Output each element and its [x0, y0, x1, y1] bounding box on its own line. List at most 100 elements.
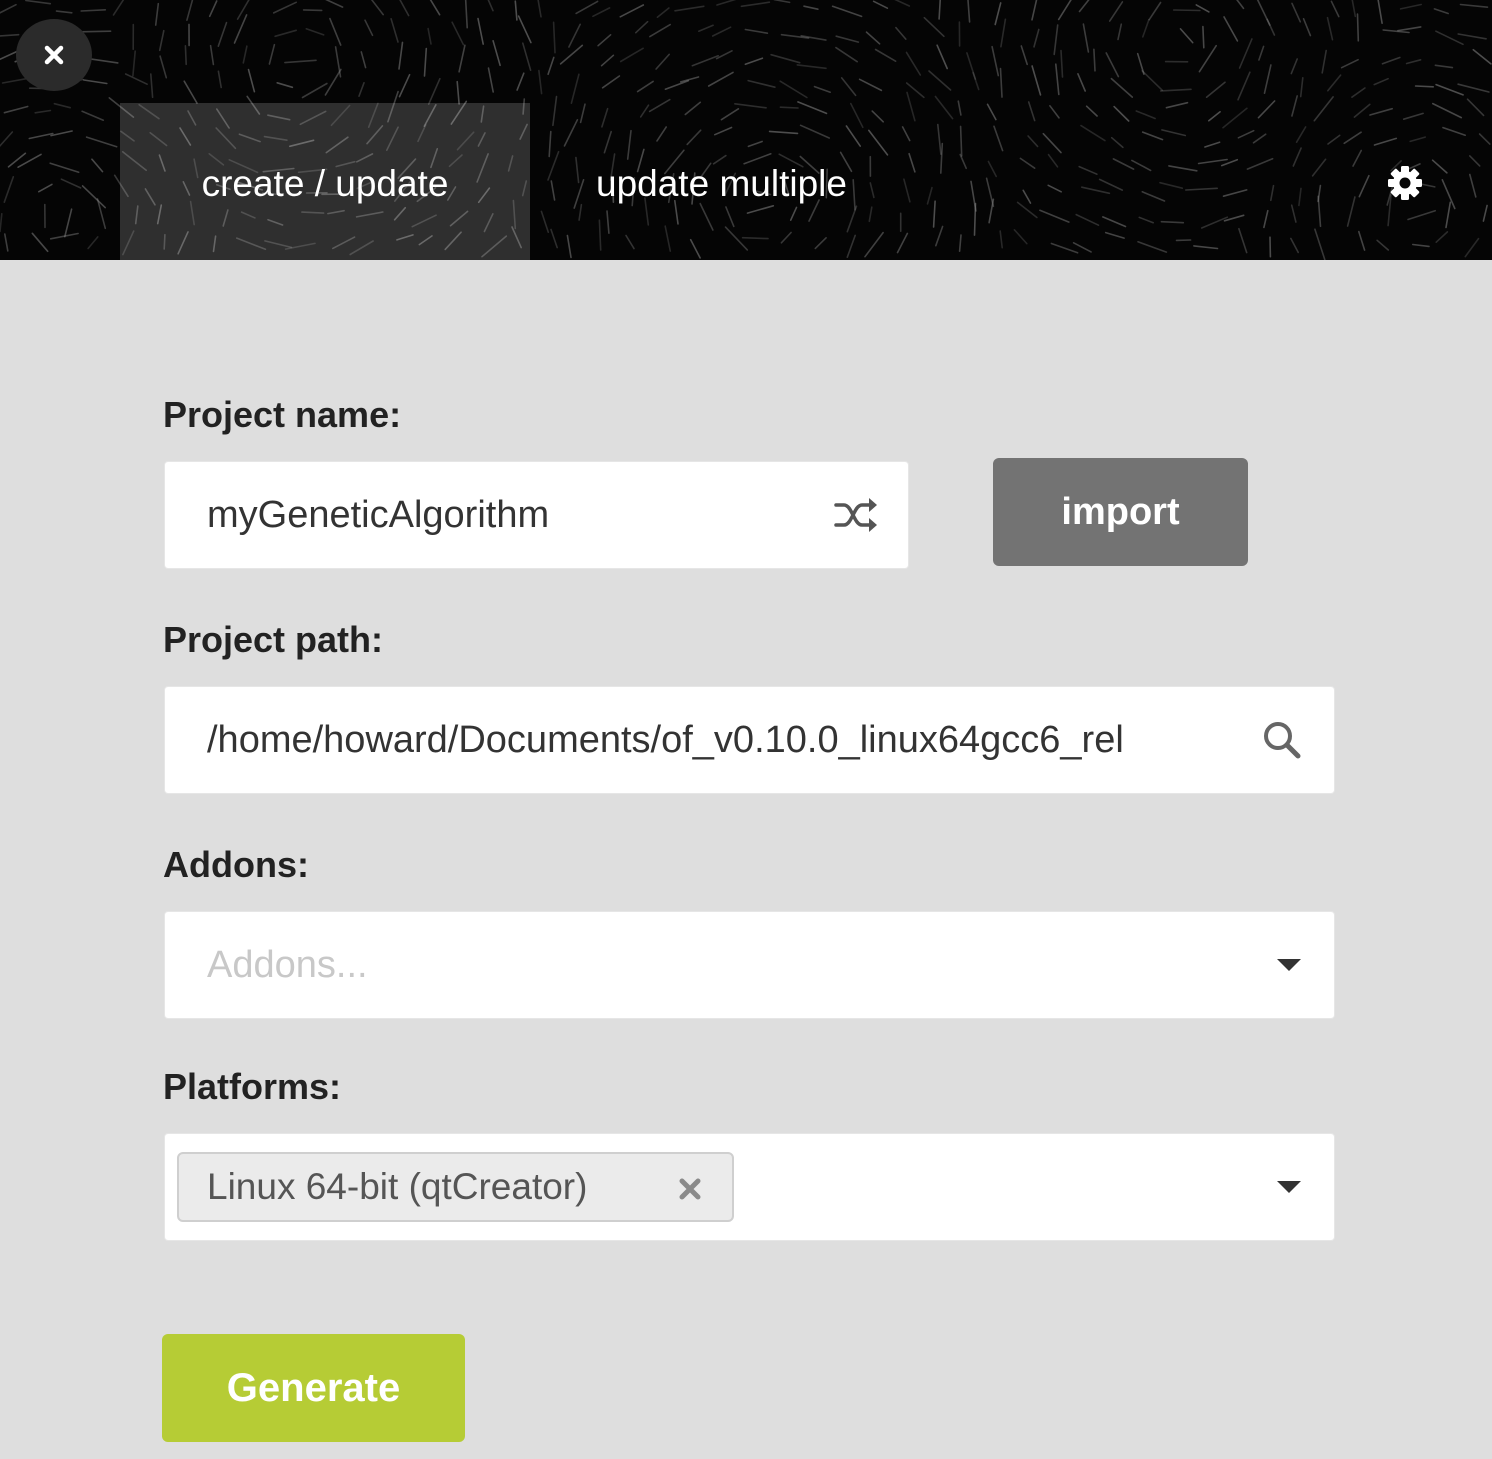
header-pattern-stroke [1075, 213, 1100, 226]
header-pattern-stroke [1204, 141, 1221, 148]
header-pattern-stroke [664, 79, 690, 90]
shuffle-button[interactable] [833, 495, 879, 535]
header-pattern-stroke [427, 77, 441, 105]
header-pattern-stroke [1356, 13, 1360, 42]
header-pattern-stroke [1200, 216, 1229, 229]
header-pattern-stroke [81, 185, 106, 209]
generate-button[interactable]: Generate [162, 1334, 465, 1442]
platform-tag-remove-button[interactable] [675, 1174, 705, 1204]
header-pattern-stroke [1459, 3, 1489, 8]
header-pattern-stroke [1358, 174, 1370, 198]
header-pattern-stroke [959, 153, 968, 170]
header-pattern-stroke [50, 130, 73, 137]
project-name-value[interactable]: myGeneticAlgorithm [207, 462, 807, 568]
header-pattern-stroke [25, 0, 52, 5]
import-button[interactable]: import [993, 458, 1248, 566]
tab-update-multiple[interactable]: update multiple [560, 103, 920, 260]
header-pattern-stroke [619, 4, 645, 18]
header-pattern-stroke [79, 30, 112, 33]
header-pattern-stroke [398, 73, 411, 98]
header-pattern-stroke [268, 43, 276, 65]
header-pattern-stroke [1298, 187, 1302, 207]
header-pattern-stroke [1407, 209, 1436, 221]
header-pattern-stroke [967, 0, 971, 23]
header-pattern-stroke [988, 198, 995, 224]
header-pattern-stroke [999, 67, 1003, 98]
header-pattern-stroke [1327, 74, 1342, 92]
header-pattern-stroke [934, 225, 944, 247]
header-pattern-stroke [649, 23, 672, 38]
header-pattern-stroke [217, 21, 228, 48]
header-pattern-stroke [399, 0, 410, 17]
addons-select[interactable]: Addons... [164, 911, 1335, 1019]
header-pattern-stroke [324, 68, 342, 96]
header-pattern-stroke [1072, 242, 1092, 253]
settings-button[interactable] [1382, 160, 1428, 206]
header-pattern-stroke [1330, 0, 1340, 18]
header-pattern-stroke [329, 17, 342, 46]
header-pattern-stroke [1351, 0, 1357, 18]
header-pattern-stroke [872, 0, 889, 9]
shuffle-icon [834, 498, 877, 532]
header-pattern-stroke [655, 53, 671, 70]
header-pattern-stroke [1466, 98, 1485, 117]
header-pattern-stroke [547, 56, 555, 76]
platforms-dropdown-toggle[interactable] [1275, 1179, 1303, 1195]
header-pattern-stroke [1369, 107, 1393, 116]
header-pattern-stroke [993, 125, 1004, 152]
addons-dropdown-toggle[interactable] [1275, 957, 1303, 973]
header-pattern-stroke [601, 75, 621, 89]
header-pattern-stroke [1093, 48, 1096, 72]
header-pattern-stroke [1442, 126, 1466, 136]
header-pattern-stroke [1351, 87, 1366, 98]
header-pattern-stroke [1138, 216, 1154, 224]
header-pattern-stroke [370, 0, 385, 16]
header-pattern-stroke [1057, 0, 1072, 21]
header-pattern-stroke [31, 232, 49, 253]
header-pattern-stroke [1222, 107, 1248, 129]
header-pattern-stroke [559, 44, 584, 65]
header-pattern-stroke [1445, 201, 1452, 229]
header-pattern-stroke [88, 57, 119, 64]
header-pattern-stroke [1031, 65, 1042, 96]
header-pattern-stroke [1409, 136, 1426, 143]
header-pattern-stroke [634, 20, 649, 34]
tab-create-update-label: create / update [201, 162, 449, 204]
header-pattern-stroke [1165, 101, 1189, 109]
header-pattern-stroke [1141, 191, 1166, 202]
browse-path-button[interactable] [1260, 718, 1304, 762]
header-pattern-stroke [1314, 228, 1326, 260]
header-pattern-stroke [1238, 38, 1253, 69]
header-pattern-stroke [932, 200, 936, 228]
header-pattern-stroke [711, 26, 732, 37]
platforms-label: Platforms: [163, 1066, 342, 1107]
header-pattern-stroke [1326, 16, 1334, 41]
header-pattern-stroke [3, 176, 15, 203]
addons-placeholder: Addons... [207, 943, 368, 986]
header-pattern-stroke [1412, 243, 1430, 248]
close-button[interactable] [16, 19, 92, 91]
header-pattern-stroke [1292, 147, 1302, 167]
project-path-field[interactable]: /home/howard/Documents/of_v0.10.0_linux6… [164, 686, 1335, 794]
header-pattern-stroke [744, 28, 769, 35]
header-pattern-stroke [986, 103, 997, 121]
header-pattern-stroke [124, 73, 148, 85]
header-pattern-stroke [1399, 3, 1422, 10]
header-pattern-stroke [1266, 18, 1276, 36]
project-path-label: Project path: [163, 619, 384, 660]
header-pattern-stroke [1435, 231, 1449, 243]
header-pattern-stroke [1117, 23, 1123, 41]
header-pattern-stroke [1405, 58, 1422, 65]
header-pattern-stroke [53, 102, 71, 109]
header-pattern-stroke [284, 59, 317, 64]
header-pattern-stroke [1397, 26, 1422, 32]
platform-tag-label: Linux 64-bit (qtCreator) [207, 1166, 588, 1207]
tab-create-update[interactable]: create / update [120, 103, 530, 260]
header-pattern-stroke [840, 77, 857, 97]
header-pattern-stroke [550, 228, 559, 249]
header-pattern-stroke [936, 123, 942, 155]
project-name-field[interactable]: myGeneticAlgorithm [164, 461, 909, 569]
header-pattern-stroke [1050, 242, 1079, 254]
project-path-value[interactable]: /home/howard/Documents/of_v0.10.0_linux6… [207, 687, 1223, 793]
header-pattern-stroke [451, 21, 465, 46]
